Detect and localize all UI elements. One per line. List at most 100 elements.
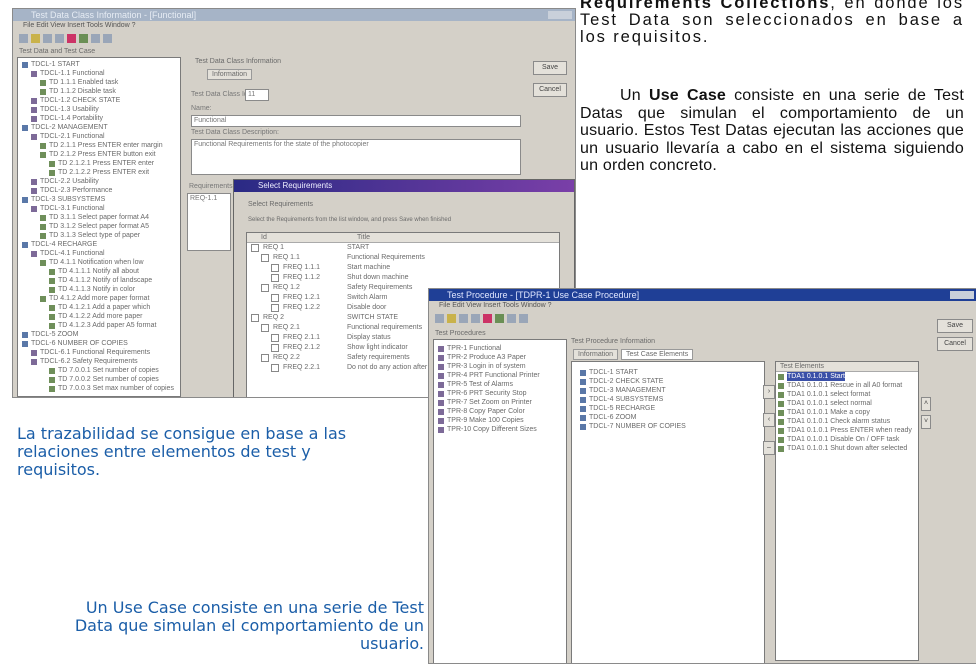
remove-button[interactable]: – bbox=[763, 441, 775, 455]
tree-item[interactable]: TDCL-3 SUBSYSTEMS bbox=[22, 195, 180, 204]
tree-item[interactable]: TDCL-1.4 Portability bbox=[22, 114, 180, 123]
table-row[interactable]: REQ 1 START bbox=[247, 243, 559, 253]
menu-bar-2[interactable]: File Edit View Insert Tools Window ? bbox=[429, 301, 976, 311]
test-element-item[interactable]: TDA1 0.1.0.1 select normal bbox=[778, 399, 918, 408]
tree-item[interactable]: TD 2.1.1 Press ENTER enter margin bbox=[22, 141, 180, 150]
test-element-item[interactable]: TDA1 0.1.0.1 Rescue in all A0 format bbox=[778, 381, 918, 390]
tree-item[interactable]: TD 4.1.2.3 Add paper A5 format bbox=[22, 321, 180, 330]
tree-item[interactable]: TD 2.1.2.1 Press ENTER enter bbox=[22, 159, 180, 168]
new-icon[interactable] bbox=[435, 313, 444, 323]
tree-item[interactable]: TDCL-2 MANAGEMENT bbox=[22, 123, 180, 132]
tree-item[interactable]: TDCL-4.1 Functional bbox=[22, 249, 180, 258]
save-icon[interactable] bbox=[43, 33, 52, 43]
tree-item[interactable]: TD 4.1.2.1 Add a paper which bbox=[22, 303, 180, 312]
tree-item[interactable]: TD 2.1.2 Press ENTER button exit bbox=[22, 150, 180, 159]
row-checkbox[interactable] bbox=[271, 364, 279, 372]
procedure-item[interactable]: TPR-4 PRT Functional Printer bbox=[438, 371, 566, 380]
row-checkbox[interactable] bbox=[271, 334, 279, 342]
procedure-item[interactable]: TPR-6 PRT Security Stop bbox=[438, 389, 566, 398]
requirements-list[interactable]: REQ-1.1 bbox=[187, 193, 231, 251]
procedures-list[interactable]: TPR-1 Functional TPR-2 Produce A3 Paper TP… bbox=[433, 339, 567, 663]
table-row[interactable]: FREQ 1.1.2 Shut down machine bbox=[247, 273, 559, 283]
new-icon[interactable] bbox=[19, 33, 28, 43]
delete-icon[interactable] bbox=[483, 313, 492, 323]
row-checkbox[interactable] bbox=[271, 264, 279, 272]
procedure-item[interactable]: TPR-8 Copy Paper Color bbox=[438, 407, 566, 416]
test-element-item[interactable]: TDA1 0.1.0.1 select format bbox=[778, 390, 918, 399]
tree-item[interactable]: TD 4.1.1 Notification when low bbox=[22, 258, 180, 267]
procedure-item[interactable]: TPR-7 Set Zoom on Printer bbox=[438, 398, 566, 407]
tree-item[interactable]: TD 7.0.0.1 Set number of copies bbox=[22, 366, 180, 375]
tree-item[interactable]: TDCL-1.3 Usability bbox=[22, 105, 180, 114]
test-element-item[interactable]: TDA1 0.1.0.1 Disable On / OFF task bbox=[778, 435, 918, 444]
tree-item[interactable]: TDCL-3 MANAGEMENT bbox=[576, 386, 764, 395]
test-elements-list[interactable]: Test Elements TDA1 0.1.0.1 Start TDA1 0.1… bbox=[775, 361, 919, 661]
procedure-item[interactable]: TPR-3 Login in of system bbox=[438, 362, 566, 371]
tree-item[interactable]: TDCL-1.2 CHECK STATE bbox=[22, 96, 180, 105]
row-checkbox[interactable] bbox=[251, 314, 259, 322]
tree-item[interactable]: TDCL-4 SUBSYSTEMS bbox=[576, 395, 764, 404]
filter-icon[interactable] bbox=[91, 33, 100, 43]
menu-bar[interactable]: File Edit View Insert Tools Window ? bbox=[13, 21, 575, 31]
delete-icon[interactable] bbox=[67, 33, 76, 43]
tree-item[interactable]: TD 3.1.3 Select type of paper bbox=[22, 231, 180, 240]
tree-item[interactable]: TD 3.1.1 Select paper format A4 bbox=[22, 213, 180, 222]
help-icon[interactable] bbox=[103, 33, 112, 43]
row-checkbox[interactable] bbox=[261, 324, 269, 332]
procedure-item[interactable]: TPR-9 Make 100 Copies bbox=[438, 416, 566, 425]
id-field[interactable]: 11 bbox=[245, 89, 269, 101]
add-icon[interactable] bbox=[495, 313, 504, 323]
tree-item[interactable]: TDCL-3.1 Functional bbox=[22, 204, 180, 213]
name-field[interactable]: Functional bbox=[191, 115, 521, 127]
test-element-item[interactable]: TDA1 0.1.0.1 Shut down after selected bbox=[778, 444, 918, 453]
test-case-tree[interactable]: TDCL-1 START TDCL-2 CHECK STATE TDCL-3 MAN… bbox=[571, 361, 765, 663]
tree-item[interactable]: TDCL-6 NUMBER OF COPIES bbox=[22, 339, 180, 348]
tree-item[interactable]: TD 1.1.2 Disable task bbox=[22, 87, 180, 96]
test-element-item[interactable]: TDA1 0.1.0.1 Make a copy bbox=[778, 408, 918, 417]
tree-item[interactable]: TDCL-2.2 Usability bbox=[22, 177, 180, 186]
table-row[interactable]: REQ 1.1 Functional Requirements bbox=[247, 253, 559, 263]
window-controls[interactable] bbox=[548, 11, 572, 19]
test-element-item[interactable]: TDA1 0.1.0.1 Press ENTER when ready bbox=[778, 426, 918, 435]
tree-item[interactable]: TDCL-4 RECHARGE bbox=[22, 240, 180, 249]
procedure-item[interactable]: TPR-5 Test of Alarms bbox=[438, 380, 566, 389]
tree-item[interactable]: TD 3.1.2 Select paper format A5 bbox=[22, 222, 180, 231]
tree-item[interactable]: TDCL-5 RECHARGE bbox=[576, 404, 764, 413]
move-right-button[interactable]: › bbox=[763, 385, 775, 399]
tab-information-2[interactable]: Information bbox=[573, 349, 619, 360]
tree-item[interactable]: TD 2.1.2.2 Press ENTER exit bbox=[22, 168, 180, 177]
row-checkbox[interactable] bbox=[261, 284, 269, 292]
tab-information[interactable]: Information bbox=[207, 69, 253, 80]
add-icon[interactable] bbox=[79, 33, 88, 43]
tree-item[interactable]: TDCL-6 ZOOM bbox=[576, 413, 764, 422]
tree-item[interactable]: TD 4.1.1.1 Notify all about bbox=[22, 267, 180, 276]
tree-item[interactable]: TD 4.1.1.3 Notify in color bbox=[22, 285, 180, 294]
cut-icon[interactable] bbox=[471, 313, 480, 323]
save-icon[interactable] bbox=[459, 313, 468, 323]
row-checkbox[interactable] bbox=[271, 294, 279, 302]
procedure-item[interactable]: TPR-10 Copy Different Sizes bbox=[438, 425, 566, 434]
tree-item[interactable]: TD 1.1.1 Enabled task bbox=[22, 78, 180, 87]
open-icon[interactable] bbox=[447, 313, 456, 323]
cancel-button[interactable]: Cancel bbox=[533, 83, 567, 97]
open-icon[interactable] bbox=[31, 33, 40, 43]
row-checkbox[interactable] bbox=[261, 254, 269, 262]
tree-item[interactable]: TD 7.0.0.3 Set max number of copies bbox=[22, 384, 180, 393]
tree-item[interactable]: TDCL-2 CHECK STATE bbox=[576, 377, 764, 386]
row-checkbox[interactable] bbox=[271, 304, 279, 312]
tree-item[interactable]: TD 4.1.2.2 Add more paper bbox=[22, 312, 180, 321]
move-up-button[interactable]: ˄ bbox=[921, 397, 931, 411]
tree-item[interactable]: TDCL-6.2 Safety Requirements bbox=[22, 357, 180, 366]
move-left-button[interactable]: ‹ bbox=[763, 413, 775, 427]
tree-item[interactable]: TDCL-7 NUMBER OF COPIES bbox=[576, 422, 764, 431]
move-down-button[interactable]: ˅ bbox=[921, 415, 931, 429]
window-controls-2[interactable] bbox=[950, 291, 974, 299]
tree-item[interactable]: TDCL-6.1 Functional Requirements bbox=[22, 348, 180, 357]
tree-item[interactable]: TD 4.1.2 Add more paper format bbox=[22, 294, 180, 303]
help-icon[interactable] bbox=[519, 313, 528, 323]
tree-item[interactable]: TDCL-5 ZOOM bbox=[22, 330, 180, 339]
tree-item[interactable]: TDCL-2.3 Performance bbox=[22, 186, 180, 195]
row-checkbox[interactable] bbox=[271, 344, 279, 352]
cut-icon[interactable] bbox=[55, 33, 64, 43]
tab-test-case-elements[interactable]: Test Case Elements bbox=[621, 349, 694, 360]
